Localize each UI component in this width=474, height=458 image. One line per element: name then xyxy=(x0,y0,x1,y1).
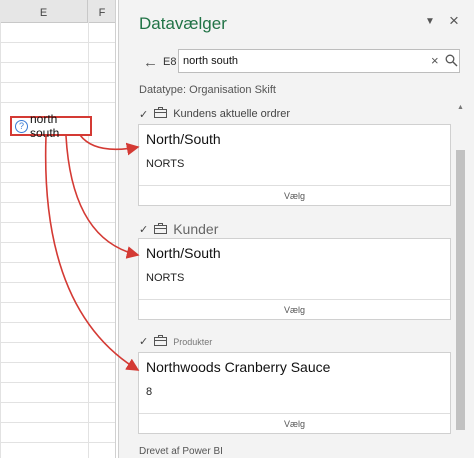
data-selector-pane: Datavælger ▼ × ← E8 × Datatype: Organisa… xyxy=(118,0,474,458)
gridline xyxy=(0,82,116,83)
gridline xyxy=(0,22,1,458)
card-subtitle: 8 xyxy=(146,386,153,398)
sheet-divider xyxy=(115,0,116,458)
powered-by-footer: Drevet af Power BI xyxy=(139,446,223,457)
active-cell-e8[interactable]: ? north south xyxy=(10,112,92,140)
gridline xyxy=(0,222,116,223)
cell-reference: E8 xyxy=(163,56,177,68)
gridline xyxy=(0,342,116,343)
column-header-f[interactable]: F xyxy=(88,0,116,22)
card-subtitle: NORTS xyxy=(146,272,185,284)
briefcase-icon xyxy=(154,335,168,348)
gridline xyxy=(0,202,116,203)
pane-scroll-thumb[interactable] xyxy=(456,150,465,430)
search-input[interactable] xyxy=(183,53,423,69)
back-arrow-icon[interactable]: ← xyxy=(143,54,158,71)
card-subtitle: NORTS xyxy=(146,158,185,170)
select-button[interactable]: Vælg xyxy=(139,185,450,205)
group-label: Kunder xyxy=(173,221,219,237)
chevron-down-icon[interactable]: ✓ xyxy=(139,335,148,348)
gridline xyxy=(0,62,116,63)
gridline xyxy=(0,422,116,423)
scroll-up-icon[interactable]: ▲ xyxy=(457,104,464,111)
search-icon[interactable] xyxy=(445,54,458,72)
chevron-down-icon[interactable]: ✓ xyxy=(139,108,148,121)
group-header-current-orders[interactable]: ✓ Kundens aktuelle ordrer xyxy=(139,107,290,121)
result-card[interactable]: Northwoods Cranberry Sauce 8 Vælg xyxy=(138,352,451,434)
card-title: Northwoods Cranberry Sauce xyxy=(146,359,331,375)
gridline xyxy=(0,402,116,403)
group-label: Produkter xyxy=(173,336,213,347)
gridline xyxy=(0,162,116,163)
gridline xyxy=(0,242,116,243)
select-button[interactable]: Vælg xyxy=(139,299,450,319)
gridline xyxy=(0,142,116,143)
datatype-label: Datatype: Organisation Skift xyxy=(139,84,276,96)
gridline xyxy=(0,102,116,103)
gridline xyxy=(0,302,116,303)
gridline xyxy=(0,42,116,43)
gridline xyxy=(0,382,116,383)
gridline xyxy=(0,322,116,323)
card-title: North/South xyxy=(146,131,221,147)
chevron-down-icon[interactable]: ▼ xyxy=(425,16,435,27)
search-box[interactable]: × xyxy=(178,49,460,73)
gridline xyxy=(0,182,116,183)
group-label: Kundens aktuelle ordrer xyxy=(173,108,291,120)
result-card[interactable]: North/South NORTS Vælg xyxy=(138,124,451,206)
gridline xyxy=(0,442,116,443)
briefcase-icon xyxy=(154,221,168,237)
result-card[interactable]: North/South NORTS Vælg xyxy=(138,238,451,320)
select-button[interactable]: Vælg xyxy=(139,413,450,433)
column-header-row: E F xyxy=(0,0,116,23)
clear-search-icon[interactable]: × xyxy=(431,53,439,68)
card-title: North/South xyxy=(146,245,221,261)
gridline xyxy=(88,22,89,458)
group-header-products[interactable]: ✓ Produkter xyxy=(139,335,212,348)
group-header-customers[interactable]: ✓ Kunder xyxy=(139,221,218,237)
pane-title: Datavælger xyxy=(139,14,227,33)
close-icon[interactable]: × xyxy=(449,11,459,31)
spreadsheet-grid[interactable]: E F ? north south xyxy=(0,0,116,458)
gridline xyxy=(0,362,116,363)
linked-data-icon[interactable]: ? xyxy=(15,119,28,133)
briefcase-icon xyxy=(154,107,168,121)
chevron-down-icon[interactable]: ✓ xyxy=(139,223,148,236)
gridline xyxy=(0,282,116,283)
gridline xyxy=(0,262,116,263)
active-cell-text: north south xyxy=(30,112,60,140)
column-header-e[interactable]: E xyxy=(0,0,88,22)
